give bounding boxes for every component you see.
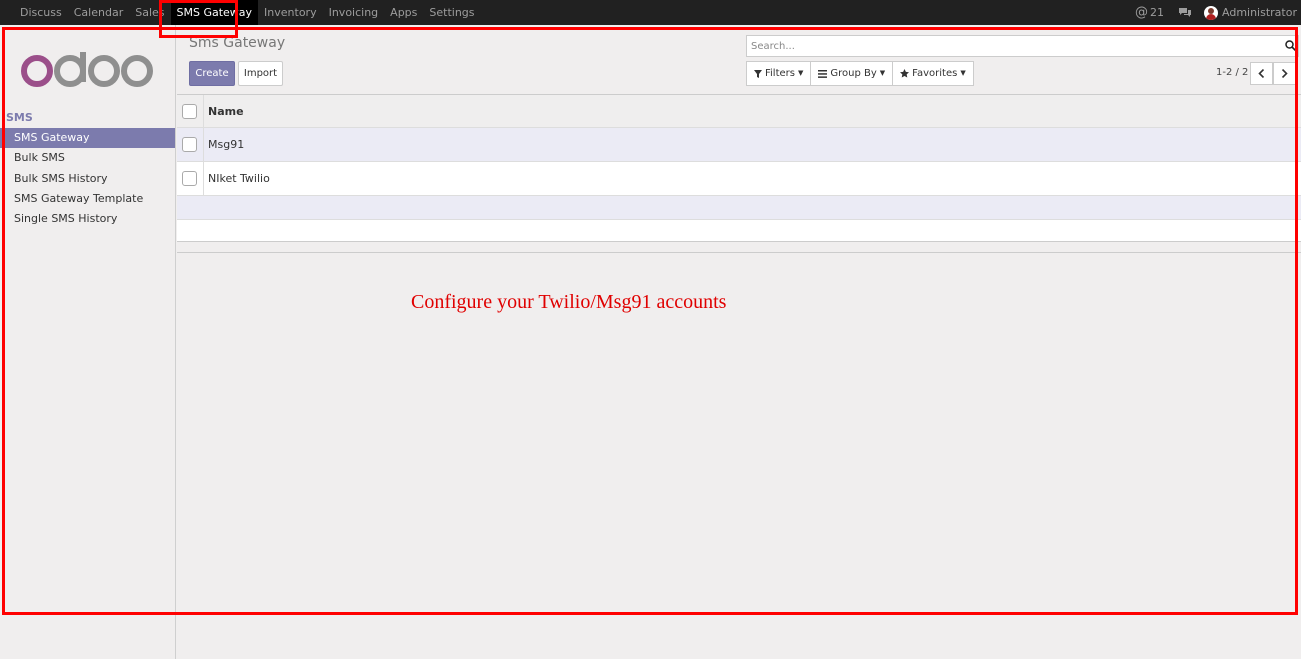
row-name: Msg91 bbox=[208, 138, 245, 151]
sidebar-section-sms[interactable]: SMS bbox=[6, 111, 33, 124]
column-header-name[interactable]: Name bbox=[208, 105, 244, 118]
odoo-logo bbox=[21, 52, 153, 87]
chevron-right-icon bbox=[1281, 69, 1288, 78]
filters-label: Filters bbox=[765, 68, 795, 79]
chat-icon bbox=[1179, 8, 1191, 17]
sidebar: SMS SMS Gateway Bulk SMS Bulk SMS Histor… bbox=[0, 25, 176, 659]
pager-next-button[interactable] bbox=[1273, 62, 1296, 85]
list-view: Name Msg91 NIket Twilio bbox=[177, 94, 1301, 242]
caret-down-icon: ▼ bbox=[797, 69, 804, 77]
pager-previous-button[interactable] bbox=[1250, 62, 1273, 85]
menu-calendar[interactable]: Calendar bbox=[68, 0, 129, 25]
group-by-label: Group By bbox=[830, 68, 877, 79]
search-box bbox=[746, 35, 1299, 57]
empty-row bbox=[177, 220, 1301, 242]
column-divider bbox=[203, 162, 204, 195]
app-menu: Discuss Calendar Sales SMS Gateway Inven… bbox=[14, 0, 481, 25]
divider bbox=[177, 252, 1301, 253]
search-icon[interactable] bbox=[1285, 40, 1296, 51]
star-icon bbox=[900, 69, 910, 78]
menu-sms-gateway[interactable]: SMS Gateway bbox=[170, 0, 259, 25]
chevron-left-icon bbox=[1258, 69, 1265, 78]
group-by-button[interactable]: Group By ▼ bbox=[810, 61, 894, 86]
import-button[interactable]: Import bbox=[238, 61, 283, 86]
avatar bbox=[1204, 5, 1218, 20]
pager-value[interactable]: 1-2 / 2 bbox=[1216, 67, 1248, 78]
table-row[interactable]: Msg91 bbox=[177, 128, 1301, 162]
menu-invoicing[interactable]: Invoicing bbox=[323, 0, 385, 25]
mention-count: 21 bbox=[1150, 6, 1164, 19]
menu-discuss[interactable]: Discuss bbox=[14, 0, 68, 25]
table-header: Name bbox=[177, 94, 1301, 128]
sidebar-item-sms-gateway[interactable]: SMS Gateway bbox=[0, 128, 175, 149]
breadcrumb: Sms Gateway bbox=[189, 35, 286, 51]
menu-settings[interactable]: Settings bbox=[423, 0, 480, 25]
systray: @ 21 Administrator bbox=[1135, 0, 1297, 25]
mentions-button[interactable]: @ 21 bbox=[1135, 5, 1164, 20]
column-divider bbox=[203, 128, 204, 161]
filter-icon bbox=[754, 69, 762, 78]
sidebar-item-single-sms-history[interactable]: Single SMS History bbox=[0, 209, 175, 229]
row-name: NIket Twilio bbox=[208, 172, 270, 185]
menu-sales[interactable]: Sales bbox=[129, 0, 170, 25]
caret-down-icon: ▼ bbox=[960, 69, 966, 77]
favorites-button[interactable]: Favorites ▼ bbox=[892, 61, 974, 86]
column-divider bbox=[203, 95, 204, 127]
user-menu[interactable]: Administrator bbox=[1204, 5, 1297, 20]
sidebar-item-sms-gateway-template[interactable]: SMS Gateway Template bbox=[0, 189, 175, 209]
table-row[interactable]: NIket Twilio bbox=[177, 162, 1301, 196]
empty-row bbox=[177, 196, 1301, 220]
create-button[interactable]: Create bbox=[189, 61, 235, 86]
filters-button[interactable]: Filters ▼ bbox=[746, 61, 812, 86]
sidebar-item-bulk-sms[interactable]: Bulk SMS bbox=[0, 148, 175, 168]
menu-apps[interactable]: Apps bbox=[384, 0, 423, 25]
menu-inventory[interactable]: Inventory bbox=[258, 0, 323, 25]
select-all-checkbox[interactable] bbox=[182, 104, 197, 119]
user-name: Administrator bbox=[1222, 6, 1297, 19]
search-input[interactable] bbox=[747, 36, 1267, 56]
chat-button[interactable] bbox=[1178, 7, 1192, 18]
sidebar-nav: SMS Gateway Bulk SMS Bulk SMS History SM… bbox=[0, 128, 175, 229]
caret-down-icon: ▼ bbox=[879, 69, 886, 77]
group-by-icon bbox=[818, 69, 828, 78]
annotation-note: Configure your Twilio/Msg91 accounts bbox=[411, 291, 727, 313]
main-content: Sms Gateway Create Import Filters ▼ Grou… bbox=[177, 25, 1301, 659]
favorites-label: Favorites bbox=[912, 68, 958, 79]
sidebar-item-bulk-sms-history[interactable]: Bulk SMS History bbox=[0, 169, 175, 189]
row-checkbox[interactable] bbox=[182, 171, 197, 186]
at-icon: @ bbox=[1135, 5, 1148, 20]
top-navbar: Discuss Calendar Sales SMS Gateway Inven… bbox=[0, 0, 1301, 25]
row-checkbox[interactable] bbox=[182, 137, 197, 152]
search-options: Filters ▼ Group By ▼ Favorites ▼ bbox=[746, 61, 974, 86]
